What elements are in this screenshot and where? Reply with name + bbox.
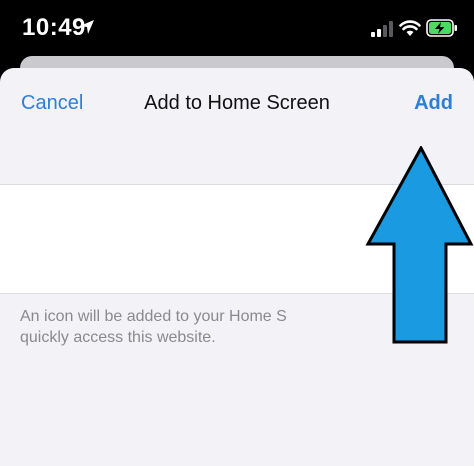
arrow-up-icon xyxy=(365,146,474,344)
shortcut-name-field[interactable] xyxy=(20,215,354,257)
wifi-icon xyxy=(399,20,421,36)
add-button[interactable]: Add xyxy=(414,92,453,115)
cellular-signal-icon xyxy=(371,21,393,37)
status-time: 10:49 xyxy=(22,14,86,41)
location-arrow-icon xyxy=(80,20,94,34)
battery-charging-icon xyxy=(426,19,457,37)
cancel-button[interactable]: Cancel xyxy=(21,92,83,115)
sheet-footer-text: An icon will be added to your Home S qui… xyxy=(20,306,298,348)
footer-line: An icon will be added to your Home S xyxy=(20,308,287,325)
sheet-nav-bar: Cancel Add to Home Screen Add xyxy=(0,68,474,138)
footer-line: quickly access this website. xyxy=(20,329,216,346)
status-bar: 10:49 xyxy=(0,0,474,58)
